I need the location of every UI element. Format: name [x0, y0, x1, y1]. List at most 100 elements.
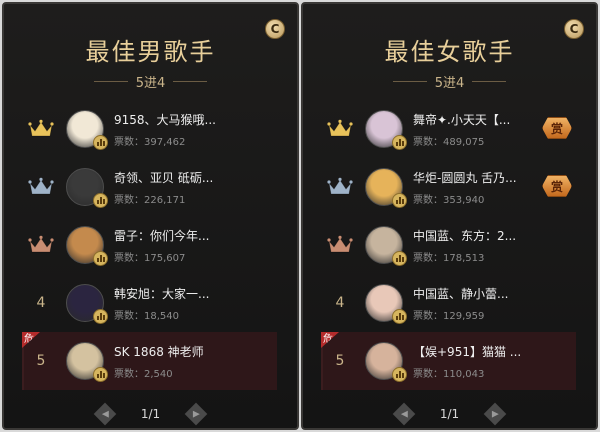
danger-tag: 危 — [22, 332, 40, 348]
level-badge-icon — [392, 135, 407, 150]
vote-count: 票数：129,959 — [413, 310, 485, 322]
singer-name[interactable]: 【娱+951】猫猫 ... — [413, 343, 543, 360]
rank-indicator — [24, 235, 58, 255]
level-badge-icon — [392, 251, 407, 266]
vote-count: 票数：175,607 — [114, 252, 186, 264]
rank-indicator: 5 — [24, 353, 58, 369]
level-badge-icon — [392, 367, 407, 382]
level-badge-icon — [93, 251, 108, 266]
bronze-crown-icon — [327, 235, 353, 255]
rank-indicator: 4 — [24, 295, 58, 311]
silver-crown-icon — [28, 177, 54, 197]
level-badge-icon — [392, 193, 407, 208]
round-subtitle: 5进4 — [434, 76, 465, 91]
ranking-row[interactable]: 奇领、亚贝 砥砺... 票数：226,171 — [24, 158, 277, 216]
reward-button[interactable]: 赏 — [542, 117, 572, 139]
singer-avatar[interactable] — [66, 168, 108, 208]
best-male-singer-panel: C 最佳男歌手 5进4 9158、大马猴哦... 票数：397,462 奇领、亚贝 砥砺.… — [2, 2, 299, 430]
panel-title: 最佳男歌手 — [85, 38, 216, 66]
level-badge-icon — [93, 367, 108, 382]
vote-count: 票数：397,462 — [114, 136, 186, 148]
rank-number: 4 — [335, 295, 345, 311]
singer-name[interactable]: 韩安旭：大家一... — [114, 285, 244, 302]
rank-indicator — [24, 119, 58, 139]
page-indicator: 1/1 — [439, 407, 460, 421]
singer-avatar[interactable] — [66, 342, 108, 382]
ranking-row[interactable]: 4 韩安旭：大家一... 票数：18,540 — [24, 274, 277, 332]
reward-button[interactable]: 赏 — [542, 175, 572, 197]
subtitle-row: 5进4 — [4, 72, 297, 91]
singer-name[interactable]: 雷子：你们今年... — [114, 227, 244, 244]
level-badge-icon — [93, 135, 108, 150]
divider — [173, 81, 208, 82]
rank-indicator — [24, 177, 58, 197]
divider — [472, 81, 507, 82]
chevron-left-icon: ◀ — [101, 408, 109, 419]
divider — [392, 81, 427, 82]
rank-indicator — [323, 119, 357, 139]
next-page-button[interactable]: ▶ — [483, 402, 507, 426]
singer-name[interactable]: 奇领、亚贝 砥砺... — [114, 169, 244, 186]
vote-count: 票数：2,540 — [114, 368, 173, 380]
chevron-right-icon: ▶ — [491, 408, 499, 419]
ranking-row[interactable]: 危 5 【娱+951】猫猫 ... 票数：110,043 — [321, 332, 576, 390]
ranking-row[interactable]: 危 5 SK 1868 神老师票数：2,540 — [22, 332, 277, 390]
singer-avatar[interactable] — [66, 284, 108, 324]
rank-number: 4 — [36, 295, 46, 311]
vote-count: 票数：178,513 — [413, 252, 485, 264]
singer-info: 【娱+951】猫猫 ... 票数：110,043 — [413, 343, 576, 380]
danger-tag: 危 — [321, 332, 339, 348]
rank-indicator — [323, 235, 357, 255]
bronze-crown-icon — [28, 235, 54, 255]
divider — [93, 81, 128, 82]
pagination: ◀ 1/1 ▶ — [303, 402, 596, 426]
gold-crown-icon — [327, 119, 353, 139]
level-badge-icon — [392, 309, 407, 324]
rank-number: 5 — [335, 353, 345, 369]
next-page-button[interactable]: ▶ — [184, 402, 208, 426]
singer-info: 雷子：你们今年... 票数：175,607 — [114, 227, 277, 264]
singer-name[interactable]: 中国蓝、东方：2... — [413, 227, 543, 244]
ranking-row[interactable]: 华炬-圆圆丸 舌乃... 票数：353,940 赏 — [323, 158, 576, 216]
best-female-singer-panel: C 最佳女歌手 5进4 舞帝✦.小天天【... 票数：489,075 赏华炬-圆圆丸 舌乃… — [301, 2, 598, 430]
panel-title: 最佳女歌手 — [384, 38, 515, 66]
ranking-list: 9158、大马猴哦... 票数：397,462 奇领、亚贝 砥砺... 票数：226,… — [22, 100, 277, 390]
prev-page-button[interactable]: ◀ — [392, 402, 416, 426]
ranking-row[interactable]: 4 中国蓝、静小蕾... 票数：129,959 — [323, 274, 576, 332]
singer-info: 中国蓝、东方：2... 票数：178,513 — [413, 227, 576, 264]
ranking-row[interactable]: 舞帝✦.小天天【... 票数：489,075 赏 — [323, 100, 576, 158]
vote-count: 票数：226,171 — [114, 194, 186, 206]
singer-name[interactable]: SK 1868 神老师 — [114, 343, 244, 360]
singer-avatar[interactable] — [365, 168, 407, 208]
singer-info: 9158、大马猴哦... 票数：397,462 — [114, 111, 277, 148]
singer-avatar[interactable] — [365, 284, 407, 324]
singer-avatar[interactable] — [365, 342, 407, 382]
singer-info: 奇领、亚贝 砥砺... 票数：226,171 — [114, 169, 277, 206]
singer-name[interactable]: 舞帝✦.小天天【... — [413, 111, 543, 128]
singer-info: 中国蓝、静小蕾... 票数：129,959 — [413, 285, 576, 322]
singer-avatar[interactable] — [365, 110, 407, 150]
rank-indicator: 4 — [323, 295, 357, 311]
rank-indicator — [323, 177, 357, 197]
ranking-row[interactable]: 9158、大马猴哦... 票数：397,462 — [24, 100, 277, 158]
chevron-right-icon: ▶ — [192, 408, 200, 419]
level-badge-icon — [93, 193, 108, 208]
silver-crown-icon — [327, 177, 353, 197]
ranking-row[interactable]: 雷子：你们今年... 票数：175,607 — [24, 216, 277, 274]
singer-name[interactable]: 华炬-圆圆丸 舌乃... — [413, 169, 543, 186]
singer-avatar[interactable] — [66, 226, 108, 266]
page-indicator: 1/1 — [140, 407, 161, 421]
ranking-row[interactable]: 中国蓝、东方：2... 票数：178,513 — [323, 216, 576, 274]
round-subtitle: 5进4 — [135, 76, 166, 91]
singer-name[interactable]: 9158、大马猴哦... — [114, 111, 244, 128]
singer-avatar[interactable] — [365, 226, 407, 266]
vote-count: 票数：18,540 — [114, 310, 179, 322]
singer-info: SK 1868 神老师票数：2,540 — [114, 343, 277, 380]
gold-crown-icon — [28, 119, 54, 139]
singer-avatar[interactable] — [66, 110, 108, 150]
ranking-list: 舞帝✦.小天天【... 票数：489,075 赏华炬-圆圆丸 舌乃... 票数：353… — [321, 100, 576, 390]
singer-name[interactable]: 中国蓝、静小蕾... — [413, 285, 543, 302]
singer-info: 韩安旭：大家一... 票数：18,540 — [114, 285, 277, 322]
rank-indicator: 5 — [323, 353, 357, 369]
prev-page-button[interactable]: ◀ — [93, 402, 117, 426]
